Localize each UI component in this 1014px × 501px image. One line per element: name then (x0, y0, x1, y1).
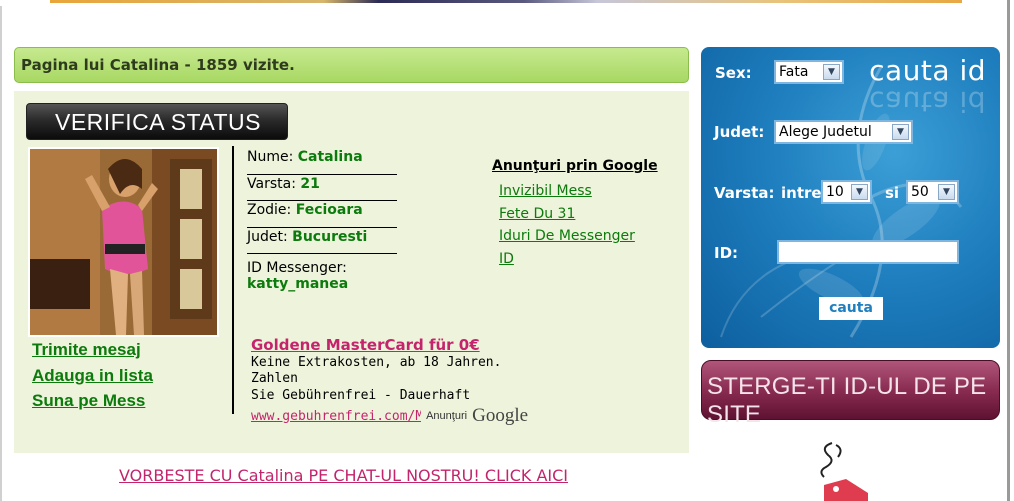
info-row-name: Nume: Catalina (247, 148, 397, 175)
call-on-mess-link[interactable]: Suna pe Mess (32, 391, 153, 417)
cauta-id-logo-reflection: cauta id (869, 85, 986, 118)
info-row-age: Varsta: 21 (247, 175, 397, 201)
sex-select-value: Fata (779, 64, 809, 80)
judet-label: Judet: (714, 123, 765, 141)
id-input[interactable] (777, 240, 959, 264)
max-age-value: 50 (911, 184, 929, 200)
info-row-county: Judet: Bucuresti (247, 228, 397, 254)
sex-select[interactable]: Fata ▼ (774, 60, 844, 84)
ad-description-2: Sie Gebührenfrei - Dauerhaft (251, 388, 471, 403)
profile-divider (232, 146, 234, 414)
info-messenger-label: ID Messenger: (247, 260, 347, 276)
min-age-select[interactable]: 10 ▼ (821, 180, 872, 204)
verifica-status-label: VERIFICA STATUS (55, 109, 262, 135)
ad-title-link[interactable]: Goldene MasterCard für 0€ (251, 336, 551, 354)
profile-photo-image (30, 149, 217, 335)
info-zodiac-value: Fecioara (295, 202, 363, 218)
chevron-down-icon: ▼ (892, 124, 909, 140)
info-messenger-value: katty_manea (247, 276, 349, 292)
ad-link-iduri-de-messenger[interactable]: Iduri De Messenger (499, 226, 658, 249)
intre-label: intre (781, 184, 822, 202)
profile-actions: Trimite mesaj Adauga in lista Suna pe Me… (32, 340, 153, 417)
si-label: si (885, 184, 900, 202)
cauta-id-logo: cauta id (869, 54, 986, 87)
info-name-value: Catalina (297, 149, 363, 165)
profile-info: Nume: Catalina Varsta: 21 Zodie: Fecioar… (247, 148, 397, 292)
page-left-border (0, 0, 2, 501)
judet-select[interactable]: Alege Judetul ▼ (774, 120, 913, 144)
chevron-down-icon: ▼ (851, 184, 868, 200)
sterge-id-banner[interactable]: STERGE-TI ID-UL DE PE SITE (701, 360, 1000, 428)
send-message-link[interactable]: Trimite mesaj (32, 340, 153, 366)
add-to-list-link[interactable]: Adauga in lista (32, 366, 153, 392)
info-row-zodiac: Zodie: Fecioara (247, 201, 397, 228)
profile-photo[interactable] (28, 147, 219, 337)
google-ad-links: Anunţuri prin Google Invizibil Mess Fete… (492, 158, 658, 271)
info-county-value: Bucuresti (292, 228, 368, 245)
verifica-status-button[interactable]: VERIFICA STATUS (26, 103, 288, 140)
google-logo[interactable]: Google (472, 405, 528, 426)
google-ads-heading[interactable]: Anunţuri prin Google (492, 158, 658, 174)
info-row-messenger: ID Messenger: katty_manea (247, 254, 397, 292)
ad-link-invizibil-mess[interactable]: Invizibil Mess (499, 181, 658, 204)
chevron-down-icon: ▼ (823, 64, 840, 80)
cauta-button[interactable]: cauta (819, 297, 883, 320)
search-panel: cauta id cauta id Sex: Fata ▼ Judet: Ale… (701, 47, 1000, 348)
ad-description-1: Keine Extrakosten, ab 18 Jahren. Zahlen (251, 355, 502, 386)
info-age-value: 21 (300, 175, 320, 192)
judet-select-value: Alege Judetul (779, 124, 872, 140)
chat-link[interactable]: VORBESTE CU Catalina PE CHAT-UL NOSTRU! … (119, 466, 568, 485)
google-text-ad: Goldene MasterCard für 0€ Keine Extrakos… (251, 336, 551, 427)
max-age-select[interactable]: 50 ▼ (906, 180, 959, 204)
page-right-border (1007, 0, 1010, 501)
ad-url-link[interactable]: www.gebuhrenfrei.com/Ma (251, 409, 421, 424)
price-tag-icon (820, 442, 868, 501)
page-title-bar: Pagina lui Catalina - 1859 vizite. (14, 47, 689, 83)
ad-link-fete-du-31[interactable]: Fete Du 31 (499, 204, 658, 227)
varsta-label: Varsta: (714, 184, 775, 202)
page-title: Pagina lui Catalina - 1859 vizite. (21, 56, 295, 74)
header-strip (0, 0, 1014, 6)
sex-label: Sex: (715, 64, 752, 82)
sterge-id-banner-text: STERGE-TI ID-UL DE PE SITE (707, 373, 987, 428)
id-label: ID: (714, 244, 739, 262)
chevron-down-icon: ▼ (938, 184, 955, 200)
ad-link-id[interactable]: ID (499, 249, 658, 272)
header-gradient-line (50, 0, 962, 3)
ad-byline[interactable]: Anunţuri (426, 410, 467, 422)
min-age-value: 10 (826, 184, 844, 200)
